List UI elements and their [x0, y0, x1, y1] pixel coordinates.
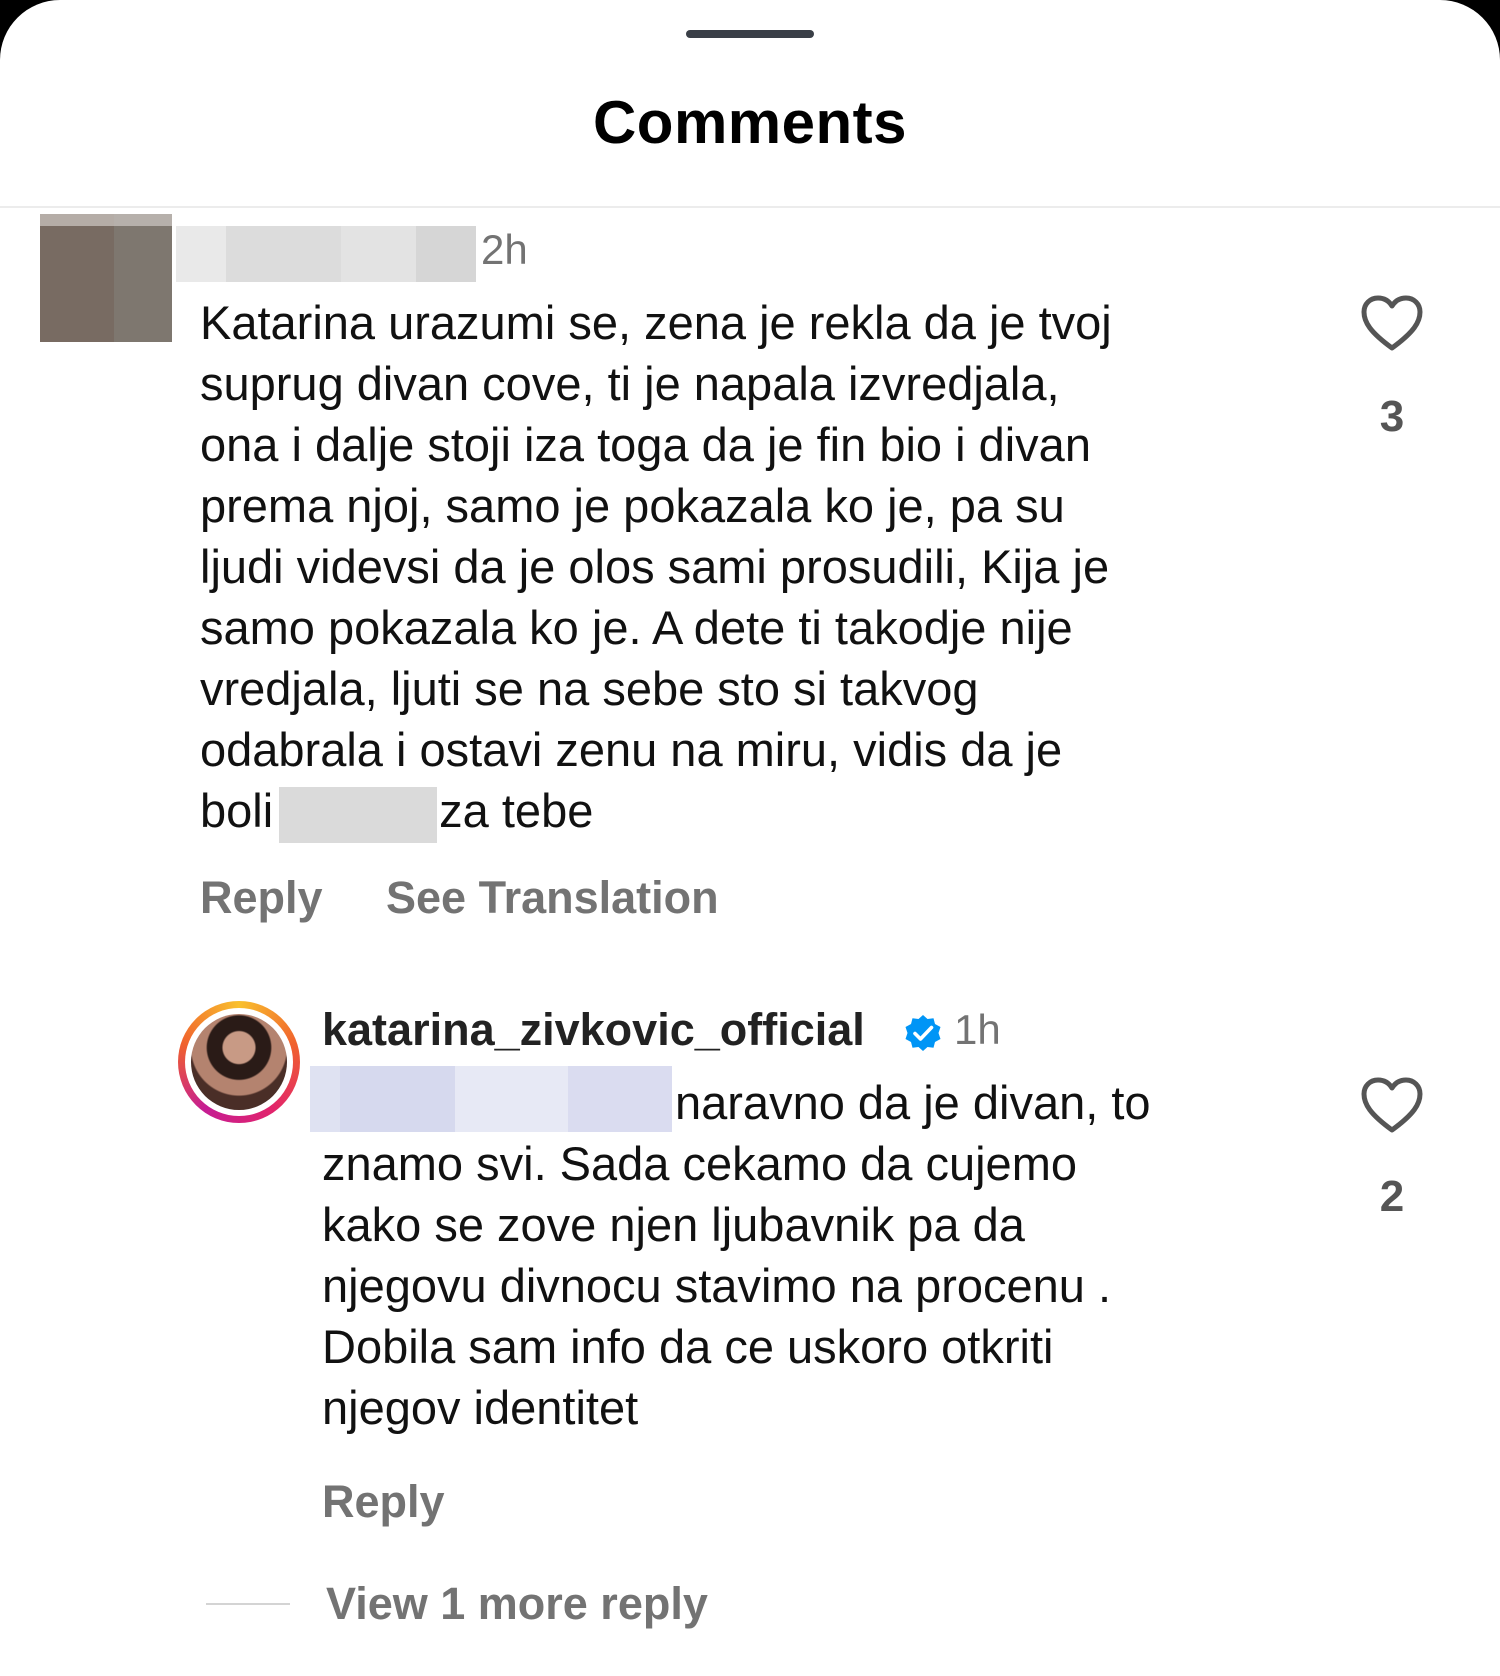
comment-line-end: za tebe: [439, 784, 594, 837]
reply-line: kako se zove njen ljubavnik pa da: [322, 1198, 1025, 1251]
comment-line: vredjala, ljuti se na sebe sto si takvog: [200, 662, 979, 715]
view-more-replies-button[interactable]: View 1 more reply: [326, 1578, 708, 1630]
comment-line-start: boli: [200, 784, 274, 837]
reply-time: 1h: [954, 1006, 1001, 1053]
reply-text: naravno da je divan, to znamo svi. Sada …: [322, 1072, 1322, 1438]
reply-line: naravno da je divan, to: [675, 1076, 1151, 1129]
avatar: [191, 1014, 287, 1110]
avatar[interactable]: [40, 214, 172, 342]
comment-line: odabrala i ostavi zenu na miru, vidis da…: [200, 723, 1063, 776]
reply-button[interactable]: Reply: [322, 1476, 445, 1528]
like-count: 3: [1379, 392, 1405, 441]
comment-line: boli za tebe: [200, 780, 1310, 843]
reply-line: Dobila sam info da ce uskoro otkriti: [322, 1320, 1054, 1373]
comment-line: samo pokazala ko je. A dete ti takodje n…: [200, 601, 1073, 654]
header-divider: [0, 206, 1500, 208]
drag-handle[interactable]: [686, 30, 814, 38]
verified-badge-icon: [905, 1015, 941, 1051]
heart-icon[interactable]: [1360, 1076, 1424, 1134]
comments-sheet: Comments 2h Katarina urazumi se, zena je…: [0, 0, 1500, 1676]
story-ring-avatar[interactable]: [178, 1001, 300, 1123]
comment-time: 2h: [481, 226, 528, 273]
comment-line: ljudi videvsi da je olos sami prosudili,…: [200, 540, 1110, 593]
reply-line: znamo svi. Sada cekamo da cujemo: [322, 1137, 1077, 1190]
username-redacted: [176, 226, 476, 282]
redacted-word: [279, 786, 438, 843]
like-count: 2: [1379, 1172, 1405, 1221]
comment-line: suprug divan cove, ti je napala izvredja…: [200, 357, 1060, 410]
thread-line: [206, 1603, 290, 1605]
heart-icon[interactable]: [1360, 294, 1424, 352]
reply-username[interactable]: katarina_zivkovic_official: [322, 1004, 865, 1056]
see-translation-button[interactable]: See Translation: [386, 872, 719, 924]
comment-line: Katarina urazumi se, zena je rekla da je…: [200, 296, 1112, 349]
sheet-title: Comments: [592, 89, 908, 156]
reply-line: njegov identitet: [322, 1381, 639, 1434]
comment-text: Katarina urazumi se, zena je rekla da je…: [200, 292, 1310, 843]
reply-line: njegovu divnocu stavimo na procenu .: [322, 1259, 1112, 1312]
comment-line: prema njoj, samo je pokazala ko je, pa s…: [200, 479, 1065, 532]
comment-line: ona i dalje stoji iza toga da je fin bio…: [200, 418, 1091, 471]
reply-button[interactable]: Reply: [200, 872, 323, 924]
